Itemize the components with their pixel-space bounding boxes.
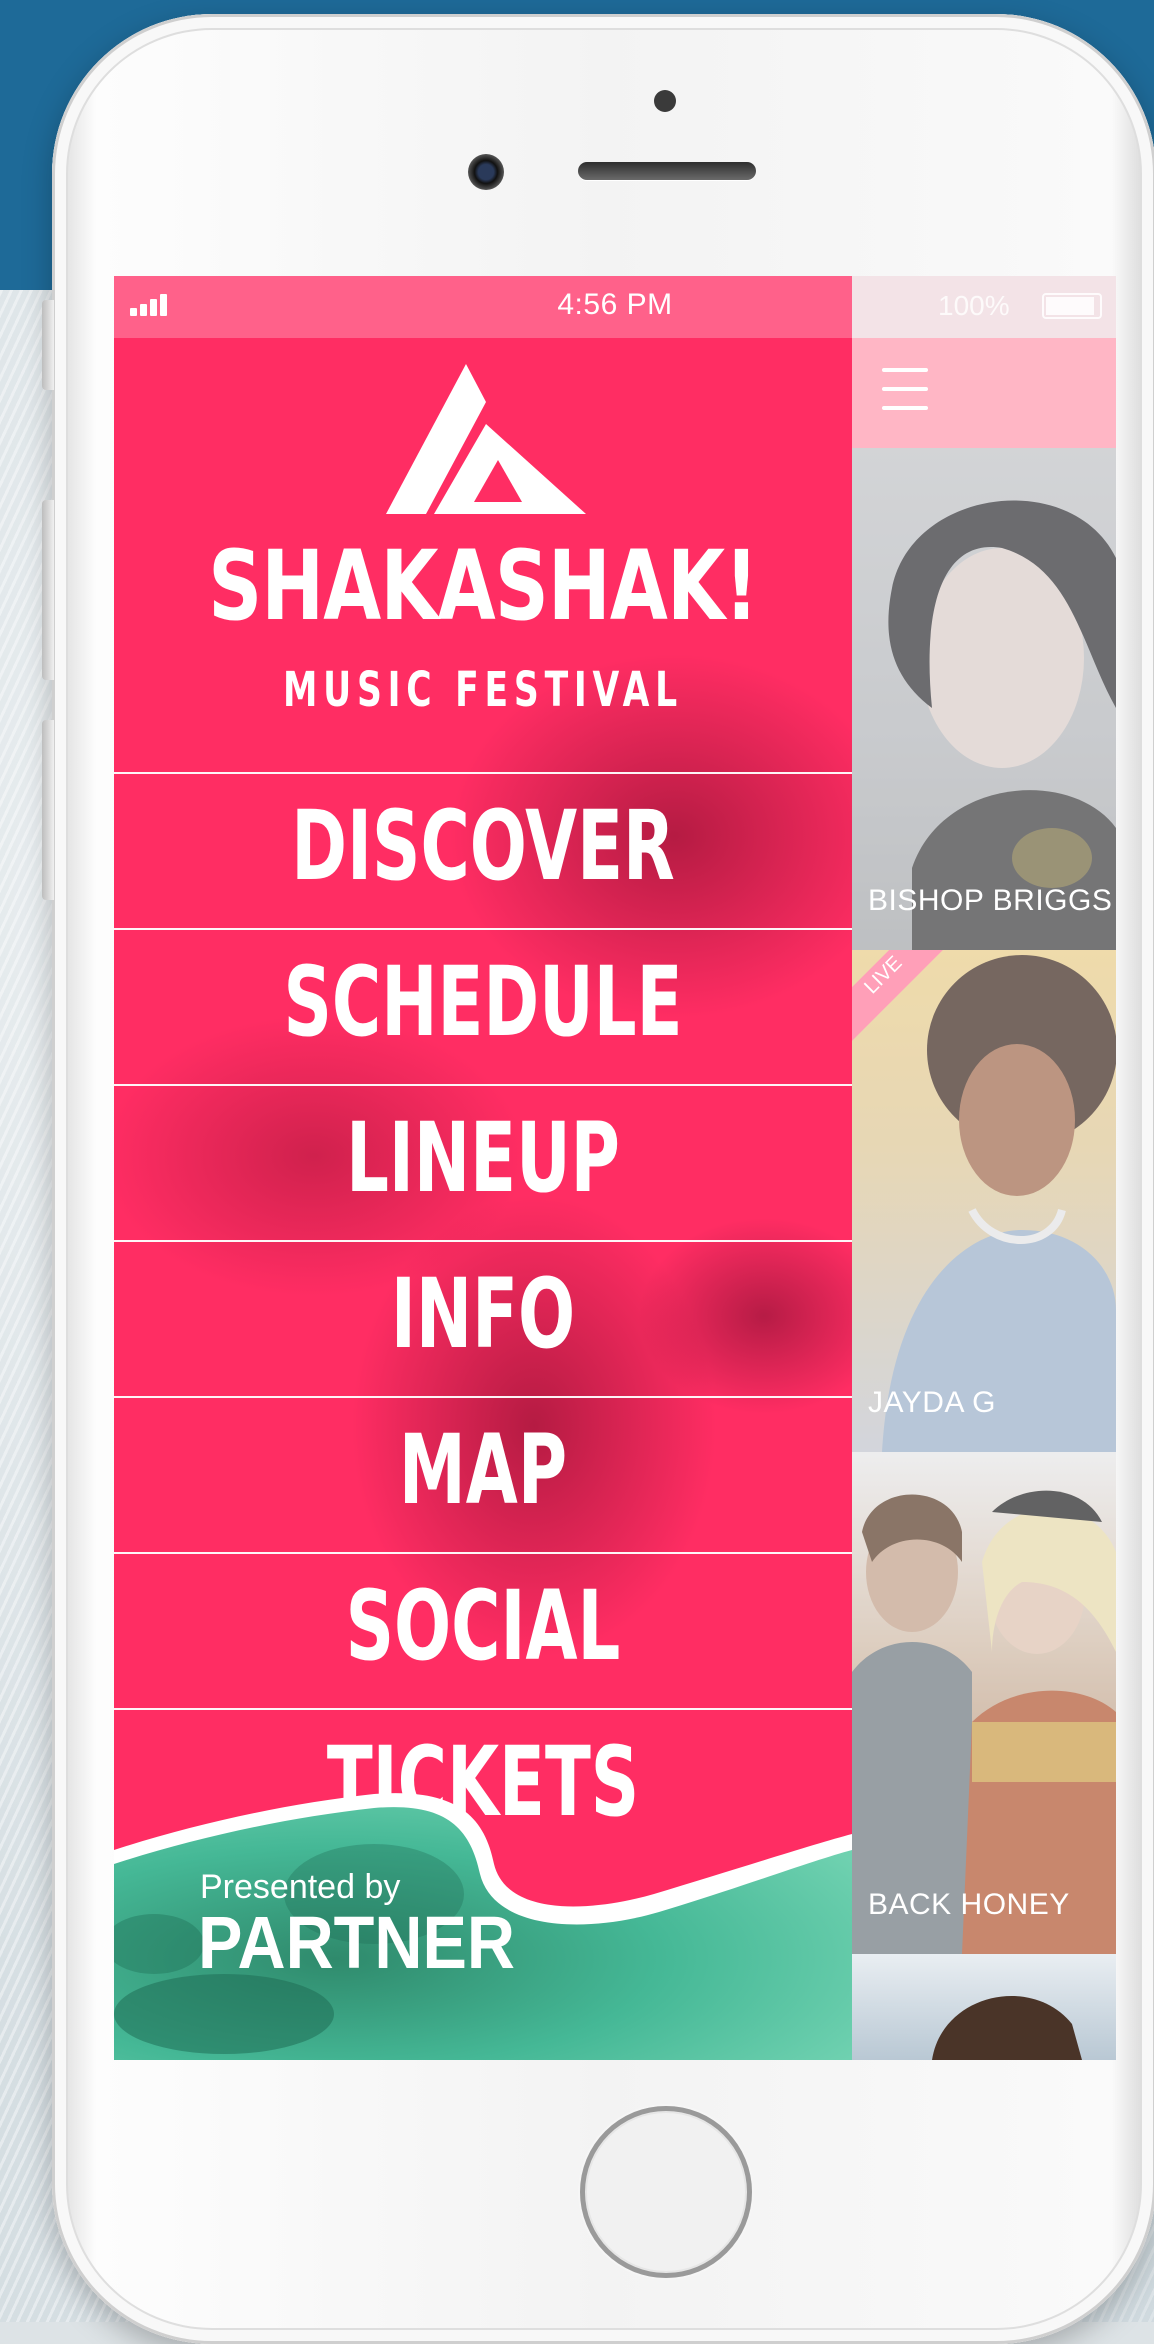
menu-item-label: LINEUP <box>346 1102 620 1214</box>
navbar <box>852 338 1116 448</box>
artist-card[interactable] <box>852 1954 1116 2060</box>
mute-switch <box>42 300 54 390</box>
lineup-feed: 100% BISHOP BRIGGS LIVE JAYDA G BACK HON… <box>852 276 1116 2060</box>
side-menu: SHAKASHAK! MUSIC FESTIVAL DISCOVER SCHED… <box>114 276 852 2060</box>
artist-photo <box>932 1996 1082 2060</box>
status-time: 4:56 PM <box>557 288 673 321</box>
menu-item-social[interactable]: SOCIAL <box>114 1552 852 1708</box>
artist-name: BACK HONEY <box>868 1888 1070 1921</box>
front-camera <box>468 154 504 190</box>
proximity-sensor <box>654 90 676 112</box>
menu-item-label: DISCOVER <box>291 790 675 902</box>
brand-title: SHAKASHAK! <box>208 530 758 642</box>
festival-logo-icon <box>386 364 586 514</box>
earpiece-speaker <box>578 162 756 180</box>
menu-item-label: SCHEDULE <box>283 946 683 1058</box>
artist-name: JAYDA G <box>868 1386 996 1419</box>
artist-card[interactable]: LIVE JAYDA G <box>852 950 1116 1452</box>
menu-item-discover[interactable]: DISCOVER <box>114 772 852 928</box>
artist-card[interactable]: BISHOP BRIGGS <box>852 448 1116 950</box>
home-button[interactable] <box>580 2106 752 2278</box>
brand-subtitle: MUSIC FESTIVAL <box>283 662 683 718</box>
sponsor-name: PARTNER <box>198 1901 515 1984</box>
menu-list: DISCOVER SCHEDULE LINEUP INFO MAP SOCIAL… <box>114 772 852 1864</box>
screen: 100% BISHOP BRIGGS LIVE JAYDA G BACK HON… <box>114 276 1116 2060</box>
menu-item-lineup[interactable]: LINEUP <box>114 1084 852 1240</box>
menu-item-label: MAP <box>398 1414 568 1526</box>
artist-name: BISHOP BRIGGS <box>868 884 1113 917</box>
hamburger-icon[interactable] <box>882 368 928 412</box>
volume-down-button <box>42 720 54 900</box>
menu-item-label: SOCIAL <box>345 1570 621 1682</box>
artist-card[interactable]: BACK HONEY <box>852 1452 1116 1954</box>
menu-item-map[interactable]: MAP <box>114 1396 852 1552</box>
menu-item-info[interactable]: INFO <box>114 1240 852 1396</box>
volume-up-button <box>42 500 54 680</box>
menu-item-schedule[interactable]: SCHEDULE <box>114 928 852 1084</box>
menu-item-label: INFO <box>390 1258 576 1370</box>
